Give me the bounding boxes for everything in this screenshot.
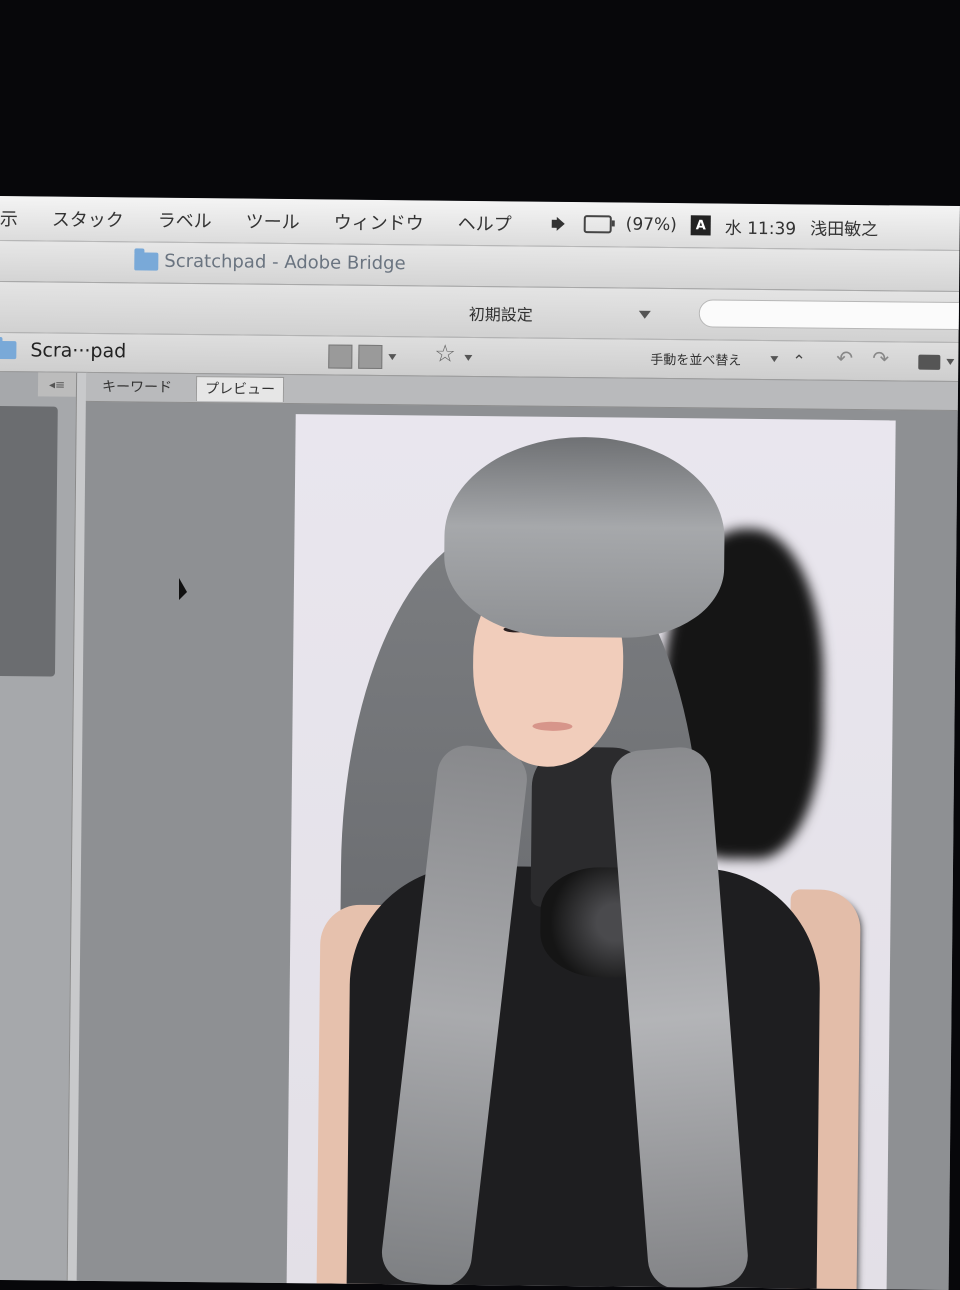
tab-keywords[interactable]: キーワード <box>94 375 180 400</box>
status-area: (97%) A 水 11:39 浅田敏之 <box>552 211 893 240</box>
menu-window[interactable]: ウィンドウ <box>334 208 424 235</box>
battery-percent: (97%) <box>625 214 677 236</box>
window-title: Scratchpad - Adobe Bridge <box>134 250 406 275</box>
window-title-text: Scratchpad - Adobe Bridge <box>164 250 406 275</box>
search-input[interactable] <box>698 299 960 331</box>
menu-help[interactable]: ヘルプ <box>458 210 512 237</box>
content-panel: ◂≡ <box>0 371 77 1281</box>
menu-tools[interactable]: ツール <box>246 208 300 235</box>
preview-panel <box>76 401 958 1290</box>
chevron-down-icon[interactable] <box>770 356 779 363</box>
battery-icon[interactable] <box>583 215 612 234</box>
sort-ascending-icon[interactable]: ⌃ <box>792 351 806 370</box>
preview-image[interactable] <box>286 414 896 1290</box>
rotate-right-icon[interactable]: ↷ <box>872 346 889 370</box>
view-mode-button[interactable] <box>328 344 353 369</box>
tab-preview[interactable]: プレビュー <box>195 376 285 402</box>
panel-menu-icon[interactable]: ◂≡ <box>37 372 77 397</box>
speaker-icon[interactable] <box>552 217 570 231</box>
chevron-down-icon[interactable] <box>638 310 651 319</box>
chevron-down-icon[interactable] <box>946 358 955 366</box>
view-mode-button[interactable] <box>358 344 383 370</box>
photo-hair <box>443 435 726 639</box>
menu-view[interactable]: 示 <box>0 205 18 231</box>
folder-icon <box>134 251 159 271</box>
breadcrumb[interactable]: Scra···pad <box>30 339 126 362</box>
star-icon[interactable]: ☆ <box>434 340 456 368</box>
folder-menu-icon[interactable] <box>918 354 941 370</box>
menubar-clock[interactable]: 水 11:39 <box>725 213 797 239</box>
monitor-screen: 示 スタック ラベル ツール ウィンドウ ヘルプ (97%) A 水 11:39… <box>0 196 960 1290</box>
thumbnail[interactable] <box>0 405 58 677</box>
workspace-switcher[interactable]: 初期設定 <box>469 301 533 326</box>
rotate-left-icon[interactable]: ↶ <box>836 346 853 370</box>
folder-icon <box>0 340 17 360</box>
chevron-down-icon[interactable] <box>464 354 473 361</box>
chevron-down-icon[interactable] <box>388 354 397 361</box>
menu-label[interactable]: ラベル <box>158 207 212 234</box>
input-method-icon[interactable]: A <box>690 215 711 236</box>
photo-lips <box>532 721 573 732</box>
mouse-cursor-icon <box>179 578 187 600</box>
menu-stack[interactable]: スタック <box>52 206 124 233</box>
menubar-user[interactable]: 浅田敏之 <box>810 214 878 240</box>
sort-menu[interactable]: 手動を並べ替え <box>650 349 741 369</box>
